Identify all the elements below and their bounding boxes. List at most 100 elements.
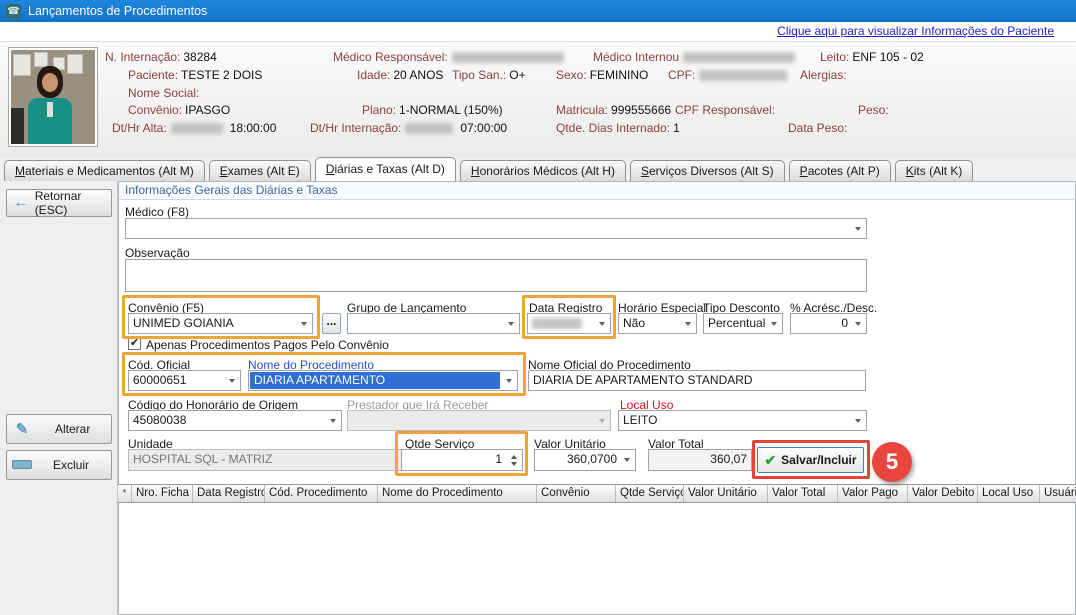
qtde-servico-stepper[interactable]: 1 — [401, 449, 523, 471]
cod-oficial-combo[interactable]: 60000651 — [128, 370, 241, 391]
valor-total-field: 360,07 — [648, 449, 752, 471]
medico-label: Médico (F8) — [125, 205, 189, 219]
chevron-down-icon[interactable] — [296, 315, 311, 332]
dthr-alta-hora: 18:00:00 — [230, 121, 277, 135]
tab-bar: Materiais e Medicamentos (Alt M) Exames … — [4, 157, 977, 181]
prestador-combo — [347, 410, 611, 431]
grid-column-valor-total[interactable]: Valor Total — [768, 485, 838, 502]
spinner-buttons[interactable] — [507, 451, 521, 470]
photo-detail — [11, 108, 24, 144]
data-registro-combo[interactable] — [527, 313, 611, 334]
field-convenio-hdr: Convênio:IPASGO — [128, 104, 230, 117]
redacted-cpf — [699, 70, 787, 81]
tab-kits[interactable]: Kits (Alt K) — [895, 160, 974, 181]
tab-label: xames (Alt E) — [228, 164, 300, 178]
tab-pacotes[interactable]: Pacotes (Alt P) — [789, 160, 891, 181]
group-header: Informações Gerais das Diárias e Taxas — [119, 182, 1074, 200]
medico-combo[interactable] — [125, 218, 867, 239]
local-uso-combo[interactable]: LEITO — [618, 410, 867, 431]
qtde-dias-label: Qtde. Dias Internado: — [556, 121, 670, 135]
peso-label: Peso: — [858, 103, 889, 117]
dthr-alta-label: Dt/Hr Alta: — [112, 121, 167, 135]
phone-icon: ☎ — [6, 4, 21, 19]
grupo-lancamento-combo[interactable] — [347, 313, 520, 334]
chevron-down-icon[interactable] — [224, 372, 239, 389]
acrescimo-desconto-value: 0 — [841, 316, 848, 330]
horario-especial-combo[interactable]: Não — [618, 313, 697, 334]
tipo-desconto-value: Percentual — [708, 316, 765, 330]
grid-column-nro-ficha[interactable]: Nro. Ficha — [132, 485, 193, 502]
tab-materiais-medicamentos[interactable]: Materiais e Medicamentos (Alt M) — [4, 160, 205, 181]
data-peso-label: Data Peso: — [788, 121, 847, 135]
convenio-combo[interactable]: UNIMED GOIANIA — [128, 313, 313, 334]
chevron-down-icon[interactable] — [850, 220, 865, 237]
field-nome-social: Nome Social: — [128, 87, 199, 100]
chevron-down-icon[interactable] — [850, 315, 865, 332]
observacao-input[interactable] — [125, 259, 867, 292]
convenio-browse-button[interactable]: ... — [322, 313, 341, 334]
tipo-desconto-combo[interactable]: Percentual — [703, 313, 783, 334]
grid-column-nome-procedimento[interactable]: Nome do Procedimento — [378, 485, 537, 502]
left-sidebar — [0, 181, 118, 615]
grid-column-valor-unitario[interactable]: Valor Unitário — [684, 485, 768, 502]
apenas-pagos-checkbox[interactable]: ✔ — [128, 337, 141, 350]
field-dthr-internacao: Dt/Hr Internação:07:00:00 — [310, 122, 507, 135]
patient-photo — [8, 47, 98, 147]
chevron-down-icon[interactable] — [325, 412, 340, 429]
matricula-label: Matricula: — [556, 103, 608, 117]
tab-honorarios-medicos[interactable]: Honorários Médicos (Alt H) — [460, 160, 626, 181]
grid-column-usuario[interactable]: Usuário — [1040, 485, 1076, 502]
grid-column-convenio[interactable]: Convênio — [537, 485, 616, 502]
field-sexo: Sexo:FEMININO — [556, 69, 648, 82]
field-data-peso: Data Peso: — [788, 122, 847, 135]
chevron-down-icon[interactable] — [850, 412, 865, 429]
alterar-button[interactable]: ✎ Alterar — [6, 414, 112, 444]
tab-label: M — [15, 164, 25, 178]
chevron-down-icon[interactable] — [619, 451, 634, 469]
excluir-button[interactable]: Excluir — [6, 450, 112, 480]
grid-column-cod-procedimento[interactable]: Cód. Procedimento — [265, 485, 378, 502]
chevron-down-icon[interactable] — [594, 315, 609, 332]
convenio-value: UNIMED GOIANIA — [133, 316, 234, 330]
tab-exames[interactable]: Exames (Alt E) — [209, 160, 311, 181]
field-cpf-responsavel: CPF Responsável: — [675, 104, 775, 117]
photo-detail — [67, 54, 83, 74]
retornar-button[interactable]: ← Retornar (ESC) — [6, 189, 112, 217]
link-bar: Clique aqui para visualizar Informações … — [0, 22, 1076, 41]
n-internacao-value: 38284 — [183, 50, 216, 64]
tab-diarias-taxas[interactable]: Diárias e Taxas (Alt D) — [315, 157, 456, 181]
grid-column-qtde-servico[interactable]: Qtde Serviço — [616, 485, 684, 502]
check-icon: ✔ — [764, 452, 776, 469]
medico-internou-label: Médico Internou — [593, 50, 679, 64]
paciente-label: Paciente: — [128, 68, 178, 82]
grid-column-valor-pago[interactable]: Valor Pago — [838, 485, 908, 502]
chevron-down-icon[interactable] — [501, 372, 516, 389]
medico-responsavel-label: Médico Responsável: — [333, 50, 448, 64]
tab-label: iárias e Taxas (Alt D) — [334, 162, 444, 176]
chevron-down-icon[interactable] — [680, 315, 695, 332]
acrescimo-desconto-combo[interactable]: 0 — [790, 313, 867, 334]
tab-label: K — [906, 164, 914, 178]
valor-unitario-combo[interactable]: 360,0700 — [534, 449, 636, 471]
chevron-down-icon[interactable] — [766, 315, 781, 332]
cod-honorario-combo[interactable]: 45080038 — [128, 410, 342, 431]
tab-servicos-diversos[interactable]: Serviços Diversos (Alt S) — [630, 160, 785, 181]
redacted-data-internacao — [405, 123, 453, 134]
salvar-incluir-button[interactable]: ✔ Salvar/Incluir — [757, 447, 864, 473]
grid-column-valor-debito[interactable]: Valor Debito — [908, 485, 978, 502]
grid-column-local-uso[interactable]: Local Uso — [978, 485, 1040, 502]
grid-column-data-registro[interactable]: Data Registro — [193, 485, 265, 502]
field-tipo-sanguineo: Tipo San.:O+ — [452, 69, 526, 82]
grid-column-marker[interactable]: * — [118, 485, 132, 502]
horario-especial-value: Não — [623, 316, 645, 330]
chevron-down-icon[interactable] — [503, 315, 518, 332]
tipo-sanguineo-value: O+ — [509, 68, 525, 82]
field-qtde-dias: Qtde. Dias Internado:1 — [556, 122, 680, 135]
photo-detail — [47, 102, 53, 117]
patient-info-link[interactable]: Clique aqui para visualizar Informações … — [777, 24, 1054, 38]
nome-procedimento-combo[interactable]: DIARIA APARTAMENTO — [248, 370, 518, 391]
cpf-responsavel-label: CPF Responsável: — [675, 103, 775, 117]
nome-oficial-input[interactable]: DIARIA DE APARTAMENTO STANDARD — [528, 370, 866, 391]
tab-label: S — [641, 164, 649, 178]
leito-value: ENF 105 - 02 — [852, 50, 923, 64]
